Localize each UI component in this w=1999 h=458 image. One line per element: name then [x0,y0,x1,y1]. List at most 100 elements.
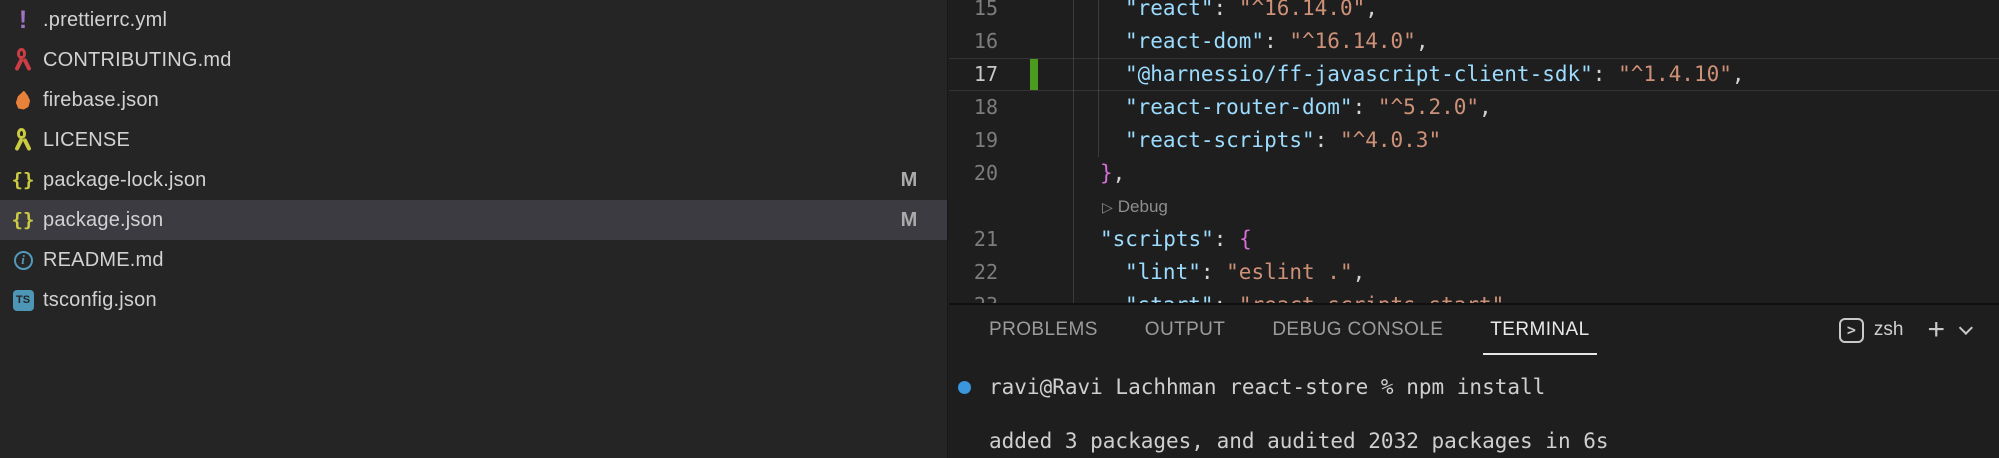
codelens-row: ▷ Debug [949,190,1999,223]
shell-name-label[interactable]: zsh [1874,319,1904,341]
token-key: "react-router-dom" [1125,95,1353,119]
code-editor[interactable]: 15 "react": "^16.14.0", 16 "react-dom": "^1… [949,0,1999,303]
tab-label: TERMINAL [1490,319,1589,341]
token-punct: , [1416,29,1429,53]
code-text: "scripts": { [1100,223,1252,256]
token-punct: : [1214,227,1239,251]
code-line-15[interactable]: 15"react": "^16.14.0", [949,0,1999,25]
token-punct: : [1264,29,1289,53]
code-line-21[interactable]: 21 "scripts": { [949,223,1999,256]
chevron-down-icon[interactable] [1959,321,1973,335]
typescript-icon: TS [10,287,36,313]
tab-terminal[interactable]: TERMINAL [1490,305,1589,355]
code-line-18[interactable]: 18 "react-router-dom": "^5.2.0", [949,91,1999,124]
tab-label: PROBLEMS [989,319,1098,341]
code-line-22[interactable]: 22 "lint": "eslint .", [949,256,1999,289]
sidebar-item-tsconfig-json[interactable]: TS tsconfig.json [0,280,947,320]
debug-codelens-link[interactable]: ▷ Debug [1102,190,1168,224]
token-key: "react" [1125,0,1214,20]
token-punct: , [1113,161,1126,185]
ribbon-icon [13,48,33,72]
token-key: "start" [1125,293,1214,303]
json-braces-icon: {} [10,167,36,193]
file-name-label: tsconfig.json [43,289,157,312]
sidebar-item-firebase-json[interactable]: firebase.json [0,80,947,120]
json-braces-icon: {} [10,207,36,233]
code-line-19[interactable]: 19"react-scripts": "^4.0.3" [949,124,1999,157]
line-number: 16 [949,25,998,58]
token-key: "react-scripts" [1125,128,1315,152]
yaml-icon: ! [10,7,36,33]
ribbon-icon [10,127,36,153]
tab-problems[interactable]: PROBLEMS [989,305,1098,355]
yaml-icon: ! [19,8,27,33]
line-number: 18 [949,91,998,124]
code-line-16[interactable]: 16"react-dom": "^16.14.0", [949,25,1999,58]
code-text: "@harnessio/ff-javascript-client-sdk": "… [1125,58,1745,91]
line-number: 15 [949,0,998,25]
line-number: 19 [949,124,998,157]
token-str: "^1.4.10" [1618,62,1732,86]
line-number: 20 [949,157,998,190]
sidebar-item-package-json[interactable]: {}package.jsonM [0,200,947,240]
token-str: "eslint ." [1226,260,1352,284]
terminal-output[interactable]: ravi@Ravi Lachhman react-store % npm ins… [949,355,1999,458]
token-punct: , [1479,95,1492,119]
terminal-line: ravi@Ravi Lachhman react-store % npm ins… [989,375,1545,399]
code-text: "lint": "eslint .", [1125,256,1365,289]
line-number: 22 [949,256,998,289]
sidebar-item-package-lock-json[interactable]: {}package-lock.jsonM [0,160,947,200]
token-brace: { [1239,227,1252,251]
token-punct: : [1214,293,1239,303]
file-name-label: firebase.json [43,89,159,112]
code-text: "react-router-dom": "^5.2.0", [1125,91,1492,124]
token-key: "scripts" [1100,227,1214,251]
token-str: "^16.14.0" [1239,0,1365,20]
token-punct: : [1201,260,1226,284]
code-line-17[interactable]: 17 "@harnessio/ff-javascript-client-sdk":… [949,58,1999,91]
sidebar-item--prettierrc-yml[interactable]: !.prettierrc.yml [0,0,947,40]
firebase-icon [10,87,36,113]
info-icon: i [10,247,36,273]
explorer-sidebar: !.prettierrc.ymlCONTRIBUTING.md firebase.… [0,0,948,458]
token-brace: } [1100,161,1113,185]
tab-label: DEBUG CONSOLE [1272,319,1443,341]
token-key: "lint" [1125,260,1201,284]
token-punct: , [1353,260,1366,284]
tab-debug-console[interactable]: DEBUG CONSOLE [1272,305,1443,355]
sidebar-item-readme-md[interactable]: i README.md [0,240,947,280]
vscode-window: !.prettierrc.ymlCONTRIBUTING.md firebase.… [0,0,1999,458]
token-punct: : [1593,62,1618,86]
code-text: "start": "react-scripts start", [1125,289,1517,303]
code-line-23[interactable]: 23"start": "react-scripts start", [949,289,1999,303]
code-line-20[interactable]: 20}, [949,157,1999,190]
play-triangle-icon: ▷ [1102,199,1113,215]
codelens-label: Debug [1118,197,1168,216]
token-punct: : [1214,0,1239,20]
tab-output[interactable]: OUTPUT [1145,305,1226,355]
token-key: "react-dom" [1125,29,1264,53]
token-punct: : [1315,128,1340,152]
sidebar-item-license[interactable]: LICENSE [0,120,947,160]
git-modified-badge: M [894,169,924,192]
new-terminal-button[interactable]: + [1927,315,1945,345]
token-key: "@harnessio/ff-javascript-client-sdk" [1125,62,1593,86]
sidebar-item-contributing-md[interactable]: CONTRIBUTING.md [0,40,947,80]
terminal-shell-icon[interactable]: > [1839,318,1864,343]
tab-label: OUTPUT [1145,319,1226,341]
line-number: 21 [949,223,998,256]
token-punct: , [1504,293,1517,303]
git-modified-badge: M [894,209,924,232]
firebase-icon [15,91,32,110]
panel-actions: > zsh + [1839,305,1973,355]
token-punct: : [1353,95,1378,119]
token-str: "react-scripts start" [1239,293,1505,303]
editor-and-panel: 15 "react": "^16.14.0", 16 "react-dom": "^1… [949,0,1999,458]
terminal-line: added 3 packages, and audited 2032 packa… [989,429,1609,453]
json-braces-icon: {} [12,211,35,230]
file-name-label: README.md [43,249,164,272]
terminal-panel: PROBLEMS OUTPUT DEBUG CONSOLE TERMINAL > zs… [949,303,1999,458]
code-text: }, [1100,157,1125,190]
line-number: 17 [949,58,998,91]
command-decoration-dot [958,381,971,394]
